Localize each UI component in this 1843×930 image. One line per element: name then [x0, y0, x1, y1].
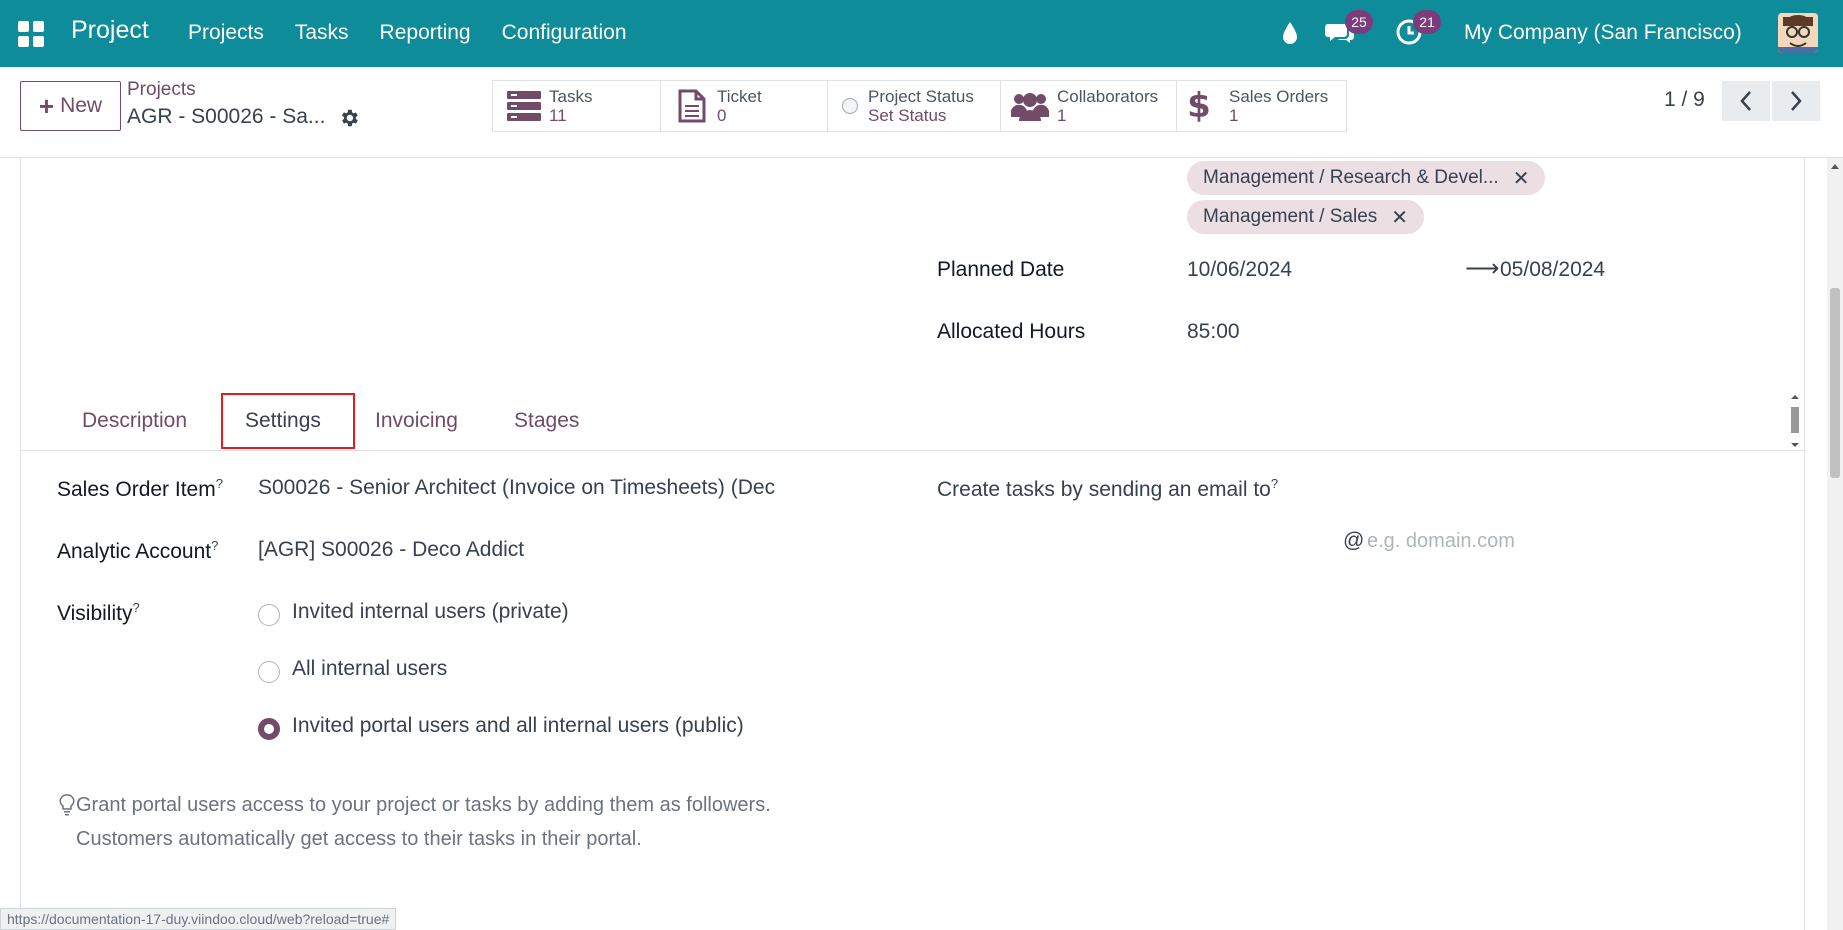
project-form: Management / Research & Devel... ✕ Manag…: [20, 158, 1806, 930]
project-status-value: Set Status: [868, 106, 947, 125]
chat-count-badge: 25: [1345, 10, 1373, 34]
scroll-thumb[interactable]: [1830, 288, 1840, 478]
document-icon: [675, 89, 709, 123]
collaborators-count: 1: [1057, 106, 1067, 125]
pager-next-button[interactable]: [1772, 81, 1820, 121]
help-mark[interactable]: ?: [132, 600, 139, 615]
sales-order-item-label: Sales Order Item?: [57, 476, 223, 501]
gear-icon[interactable]: [338, 107, 360, 129]
portal-hint-line2: Customers automatically get access to th…: [76, 828, 642, 850]
new-button[interactable]: + New: [20, 81, 121, 131]
company-switcher[interactable]: My Company (San Francisco): [1464, 21, 1742, 45]
visibility-private-radio[interactable]: [258, 604, 280, 626]
menu-projects[interactable]: Projects: [188, 21, 264, 45]
main-menu: Projects Tasks Reporting Configuration: [188, 21, 627, 45]
pager-previous-button[interactable]: [1722, 81, 1770, 121]
menu-tasks[interactable]: Tasks: [295, 21, 349, 45]
new-button-label: New: [60, 94, 103, 117]
scroll-up-icon[interactable]: [1830, 162, 1840, 170]
collaborators-label: Collaborators: [1057, 87, 1159, 106]
lightbulb-icon: [59, 794, 75, 816]
plus-icon: +: [38, 91, 55, 121]
menu-reporting[interactable]: Reporting: [380, 21, 471, 45]
visibility-public-label[interactable]: Invited portal users and all internal us…: [292, 714, 744, 738]
portal-hint: Grant portal users access to your projec…: [76, 788, 771, 856]
menu-configuration[interactable]: Configuration: [502, 21, 627, 45]
top-navbar: Project Projects Tasks Reporting Configu…: [0, 0, 1843, 67]
visibility-internal-label[interactable]: All internal users: [292, 657, 447, 681]
tag-label: Management / Research & Devel...: [1203, 167, 1499, 188]
breadcrumb-current: AGR - S00026 - Sa...: [127, 105, 326, 128]
tab-stages[interactable]: Stages: [514, 409, 579, 433]
planned-date-start[interactable]: 10/06/2024: [1187, 258, 1292, 282]
arrow-right-icon: ⟶: [1465, 255, 1500, 282]
sales-order-item-value[interactable]: S00026 - Senior Architect (Invoice on Ti…: [258, 476, 775, 500]
tab-invoicing[interactable]: Invoicing: [375, 409, 458, 433]
tag-research-development: Management / Research & Devel... ✕: [1187, 161, 1546, 195]
pager-value[interactable]: 1 / 9: [1664, 88, 1705, 112]
email-alias-label: Create tasks by sending an email to?: [937, 476, 1279, 501]
allocated-hours-label: Allocated Hours: [937, 320, 1086, 343]
portal-hint-line1: Grant portal users access to your projec…: [76, 794, 771, 816]
status-bar-url: https://documentation-17-duy.viindoo.clo…: [0, 908, 397, 930]
status-circle-icon: [840, 89, 860, 123]
breadcrumb-projects[interactable]: Projects: [127, 79, 196, 101]
planned-date-end[interactable]: 05/08/2024: [1500, 258, 1605, 282]
analytic-account-value[interactable]: [AGR] S00026 - Deco Addict: [258, 538, 524, 562]
tasks-icon: [507, 89, 541, 123]
help-mark[interactable]: ?: [1271, 476, 1278, 491]
page-scrollbar[interactable]: [1827, 158, 1843, 930]
tag-label: Management / Sales: [1203, 206, 1378, 227]
visibility-private-label[interactable]: Invited internal users (private): [292, 600, 569, 624]
smart-button-tasks[interactable]: Tasks 11: [492, 80, 661, 132]
smart-button-collaborators[interactable]: Collaborators 1: [1000, 80, 1177, 132]
remove-tag-icon[interactable]: ✕: [1513, 166, 1530, 191]
analytic-account-label: Analytic Account?: [57, 538, 219, 563]
project-status-label: Project Status: [868, 87, 974, 106]
smart-button-ticket[interactable]: Ticket 0: [660, 80, 828, 132]
apps-grid-icon[interactable]: [18, 21, 44, 47]
visibility-label: Visibility?: [57, 600, 140, 625]
help-mark[interactable]: ?: [211, 538, 218, 553]
water-drop-icon[interactable]: [1280, 20, 1300, 46]
visibility-internal-radio[interactable]: [258, 661, 280, 683]
control-panel: + New Projects AGR - S00026 - Sa... Task…: [0, 67, 1843, 158]
email-at-symbol: @: [1343, 529, 1365, 552]
users-icon: [1011, 89, 1049, 123]
visibility-public-radio[interactable]: [258, 718, 280, 740]
sales-orders-count: 1: [1229, 106, 1239, 125]
app-brand[interactable]: Project: [71, 16, 149, 45]
tag-sales: Management / Sales ✕: [1187, 200, 1425, 234]
ticket-label: Ticket: [717, 87, 762, 106]
ticket-count: 0: [717, 106, 727, 125]
tab-settings[interactable]: Settings: [245, 409, 321, 433]
activity-count-badge: 21: [1413, 10, 1441, 34]
tab-scrollbar[interactable]: [1788, 393, 1802, 449]
help-mark[interactable]: ?: [216, 476, 223, 491]
dollar-icon: $: [1187, 86, 1211, 126]
chevron-left-icon: [1740, 91, 1751, 111]
tasks-label: Tasks: [549, 87, 593, 106]
allocated-hours-value[interactable]: 85:00: [1187, 320, 1240, 344]
chevron-right-icon: [1791, 91, 1802, 111]
smart-button-project-status[interactable]: Project Status Set Status: [827, 80, 1001, 132]
email-domain-input[interactable]: e.g. domain.com: [1367, 530, 1515, 553]
tab-description[interactable]: Description: [82, 409, 187, 433]
planned-date-label: Planned Date: [937, 258, 1065, 281]
sales-orders-label: Sales Orders: [1229, 87, 1329, 106]
user-avatar[interactable]: [1778, 13, 1818, 53]
remove-tag-icon[interactable]: ✕: [1391, 205, 1408, 230]
tasks-count: 11: [549, 106, 567, 125]
smart-button-sales-orders[interactable]: $ Sales Orders 1: [1176, 80, 1347, 132]
